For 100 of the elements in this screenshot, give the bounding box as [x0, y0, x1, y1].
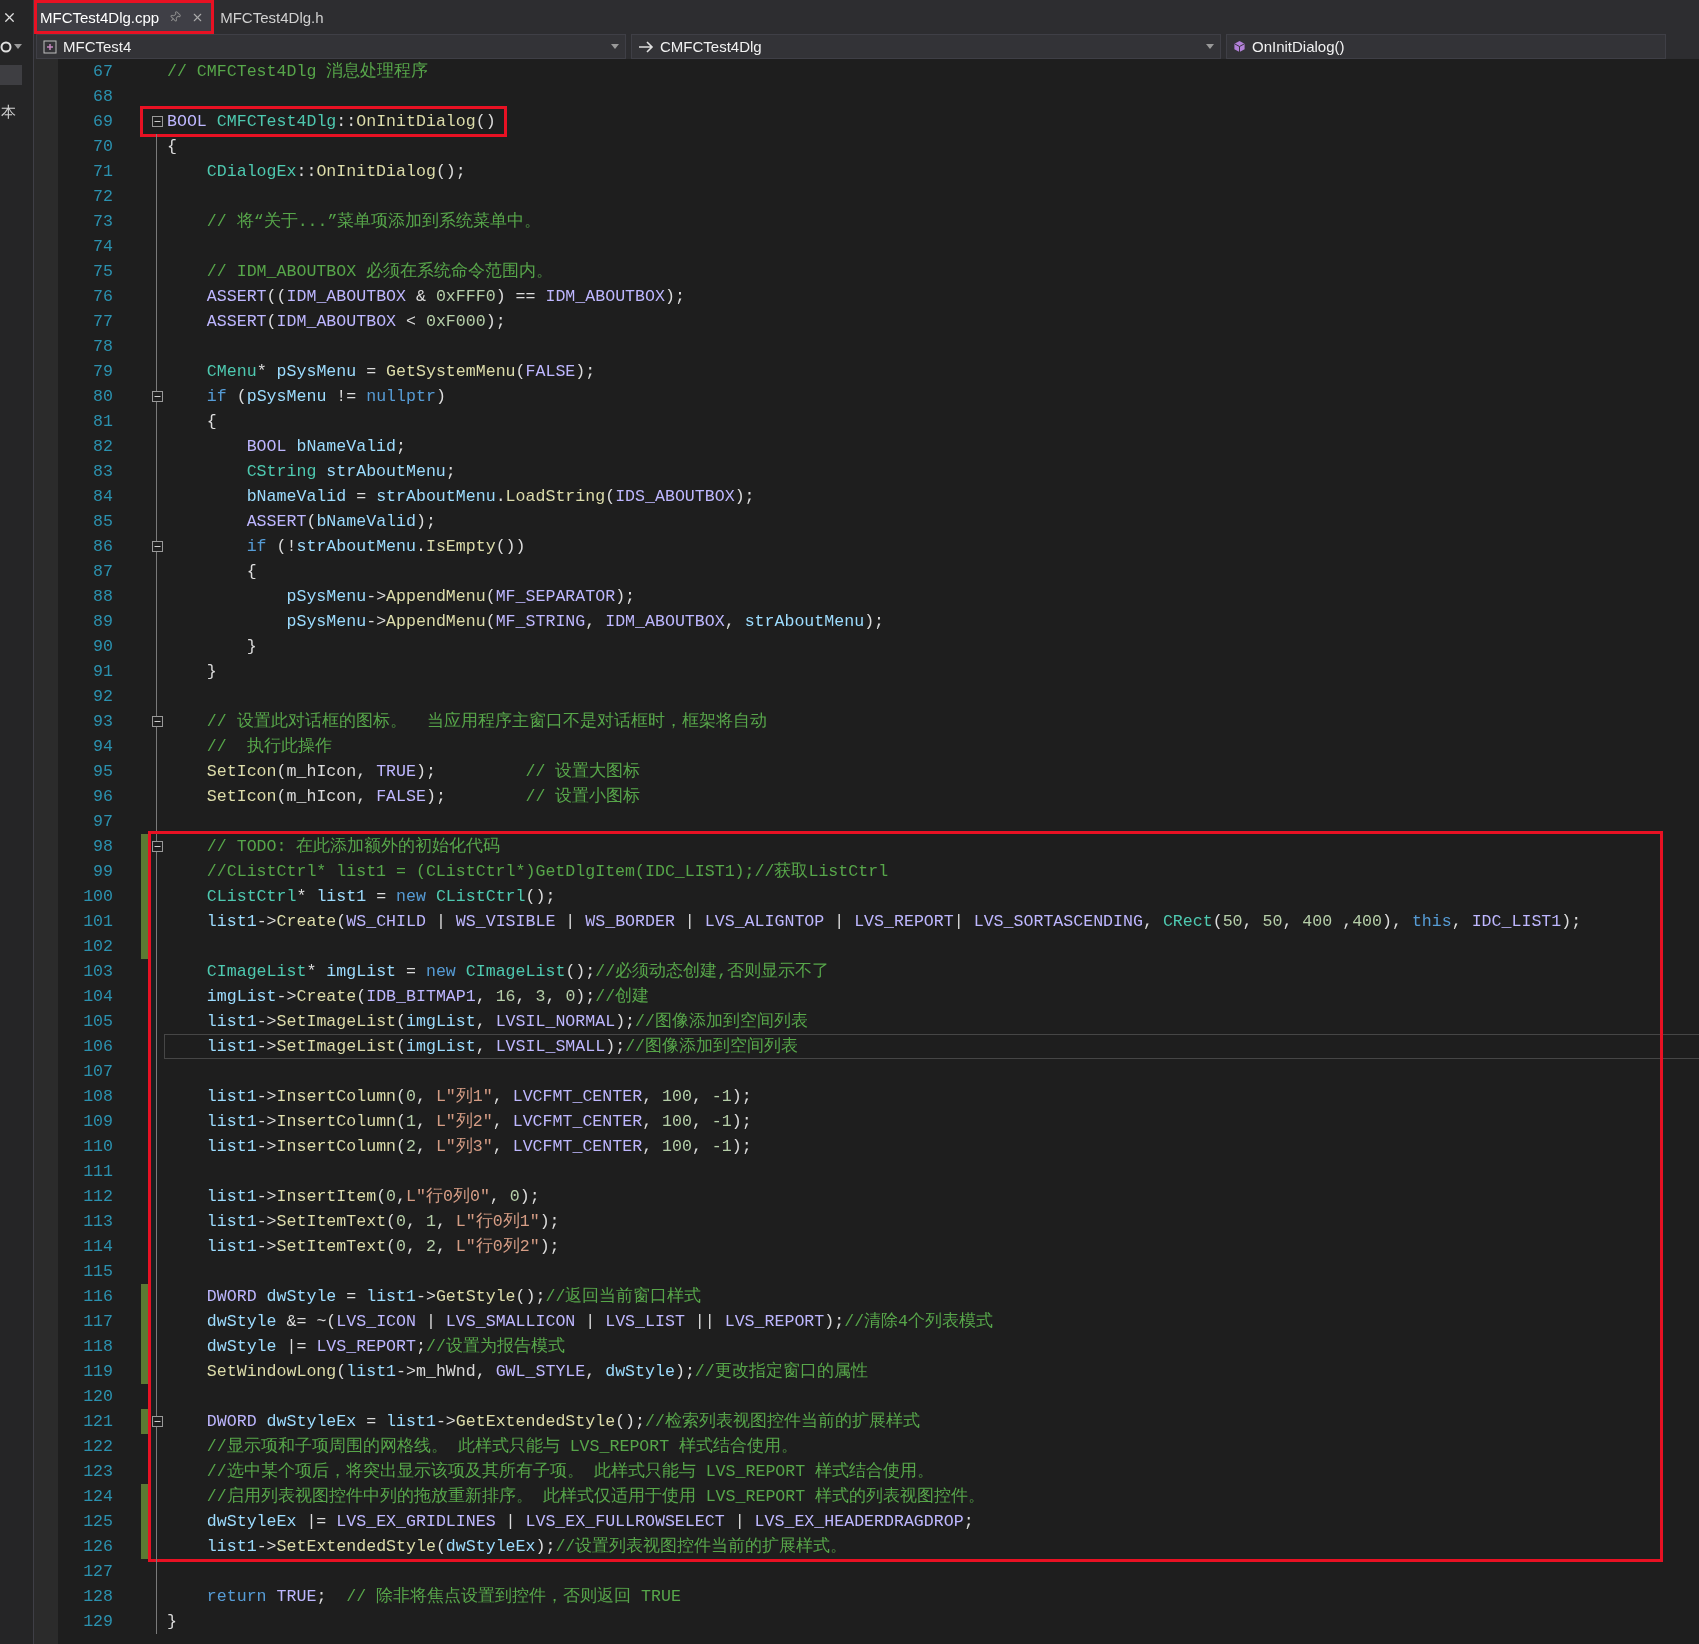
line-number: 93: [92, 711, 113, 733]
line-number: 119: [82, 1361, 113, 1383]
code-line: dwStyleEx |= LVS_EX_GRIDLINES | LVS_EX_FULLROWSELECT | LVS_EX_HEADERDRAGDROP;: [205, 1511, 974, 1533]
line-number: 69: [92, 111, 113, 133]
line-number: 129: [82, 1611, 113, 1633]
code-line: DWORD dwStyle = list1->GetStyle();//返回当前窗口样式: [205, 1285, 702, 1308]
cube-icon: [1233, 40, 1246, 53]
code-line: DWORD dwStyleEx = list1->GetExtendedStyle();//检索列表视图控件当前的扩展样式: [205, 1411, 920, 1433]
file-tab[interactable]: MFCTest4Dlg.cpp: [34, 0, 215, 34]
code-line: {: [205, 411, 217, 433]
dropdown-caret-icon[interactable]: [1206, 44, 1214, 49]
code-line: dwStyle &= ~(LVS_ICON | LVS_SMALLICON | LVS_LIST || LVS_REPORT);//清除4个列表模式: [205, 1311, 994, 1333]
line-number: 105: [82, 1011, 113, 1033]
code-line: bNameValid = strAboutMenu.LoadString(IDS_ABOUTBOX);: [245, 486, 755, 508]
collapse-icon[interactable]: [151, 541, 163, 552]
code-line: return TRUE; // 除非将焦点设置到控件，否则返回 TRUE: [205, 1586, 681, 1608]
line-number: 103: [82, 961, 113, 983]
dropdown-caret-icon[interactable]: [14, 44, 22, 49]
line-number: 74: [92, 236, 113, 258]
line-number: 101: [82, 911, 113, 933]
line-number: 102: [82, 936, 113, 958]
code-line: {: [167, 136, 177, 158]
line-number: 107: [82, 1061, 113, 1083]
member-dropdown[interactable]: OnInitDialog(): [1226, 34, 1666, 59]
line-number: 79: [92, 361, 113, 383]
code-line: BOOL CMFCTest4Dlg::OnInitDialog(): [167, 111, 496, 133]
code-line: CImageList* imgList = new CImageList();//必须动态创建,否则显示不了: [205, 961, 830, 983]
line-number: 72: [92, 186, 113, 208]
code-line: if (pSysMenu != nullptr): [205, 386, 446, 408]
code-line: }: [167, 1611, 177, 1633]
line-number: 73: [92, 211, 113, 233]
circle-icon[interactable]: [0, 40, 12, 53]
line-number: 78: [92, 336, 113, 358]
line-number: 80: [92, 386, 113, 408]
line-number: 92: [92, 686, 113, 708]
line-number: 121: [82, 1411, 113, 1433]
collapse-icon[interactable]: [151, 841, 163, 852]
line-number: 97: [92, 811, 113, 833]
collapse-icon[interactable]: [151, 1416, 163, 1427]
code-line: list1->InsertColumn(1, L"列2", LVCFMT_CENTER, 100, -1);: [205, 1111, 752, 1133]
code-line: CListCtrl* list1 = new CListCtrl();: [205, 886, 556, 908]
code-line: }: [245, 636, 257, 658]
code-line: list1->SetImageList(imgList, LVSIL_SMALL);//图像添加到空间列表: [205, 1036, 799, 1058]
code-line: list1->SetImageList(imgList, LVSIL_NORMAL);//图像添加到空间列表: [205, 1011, 808, 1033]
code-line: // 设置此对话框的图标。 当应用程序主窗口不是对话框时，框架将自动: [205, 710, 767, 733]
line-number: 108: [82, 1086, 113, 1108]
line-number: 90: [92, 636, 113, 658]
line-number: 67: [92, 61, 113, 83]
sidebar-label: 本: [0, 103, 16, 122]
line-number: 122: [82, 1436, 113, 1458]
class-dropdown[interactable]: CMFCTest4Dlg: [631, 34, 1221, 59]
line-number: 81: [92, 411, 113, 433]
line-number: 98: [92, 836, 113, 858]
collapse-icon[interactable]: [151, 716, 163, 727]
collapse-icon[interactable]: [151, 116, 163, 127]
line-number: 106: [82, 1036, 113, 1058]
line-number: 118: [82, 1336, 113, 1358]
line-number: 94: [92, 736, 113, 758]
collapse-icon[interactable]: [151, 391, 163, 402]
code-line: list1->Create(WS_CHILD | WS_VISIBLE | WS_BORDER | LVS_ALIGNTOP | LVS_REPORT| LVS_SORTASCENDING, CRect(50, 50, 400 ,400), this, IDC_LIST1);: [205, 911, 1582, 933]
code-line: if (!strAboutMenu.IsEmpty()): [245, 536, 526, 558]
code-line: SetIcon(m_hIcon, TRUE); // 设置大图标: [205, 761, 641, 783]
line-number: 99: [92, 861, 113, 883]
line-number: 120: [82, 1386, 113, 1408]
code-line: //显示项和子项周围的网格线。 此样式只能与 LVS_REPORT 样式结合使用。: [205, 1436, 799, 1458]
code-line: //选中某个项后，将突出显示该项及其所有子项。 此样式只能与 LVS_REPORT 样式结合使用。: [205, 1460, 935, 1483]
code-line: ASSERT((IDM_ABOUTBOX & 0xFFF0) == IDM_ABOUTBOX);: [205, 286, 685, 308]
line-number: 83: [92, 461, 113, 483]
code-line: CString strAboutMenu;: [245, 461, 456, 483]
line-number: 77: [92, 311, 113, 333]
dropdown-caret-icon[interactable]: [611, 44, 619, 49]
line-number: 95: [92, 761, 113, 783]
line-number: 127: [82, 1561, 113, 1583]
line-number: 71: [92, 161, 113, 183]
code-line: // IDM_ABOUTBOX 必须在系统命令范围内。: [205, 260, 554, 283]
line-number: 100: [82, 886, 113, 908]
code-line: //启用列表视图控件中列的拖放重新排序。 此样式仅适用于使用 LVS_REPORT 样式的列表视图控件。: [205, 1485, 986, 1508]
line-number: 110: [82, 1136, 113, 1158]
arrow-icon: [638, 40, 654, 53]
code-line: ASSERT(bNameValid);: [245, 511, 436, 533]
code-line: list1->InsertColumn(2, L"列3", LVCFMT_CENTER, 100, -1);: [205, 1136, 752, 1158]
code-line: {: [245, 561, 257, 583]
code-line: list1->InsertColumn(0, L"列1", LVCFMT_CENTER, 100, -1);: [205, 1086, 752, 1108]
line-number: 114: [82, 1236, 113, 1258]
line-number: 89: [92, 611, 113, 633]
line-number: 125: [82, 1511, 113, 1533]
code-line: pSysMenu->AppendMenu(MF_STRING, IDM_ABOUTBOX, strAboutMenu);: [285, 611, 885, 633]
line-number: 85: [92, 511, 113, 533]
code-line: list1->SetItemText(0, 2, L"行0列2");: [205, 1236, 560, 1258]
code-line: // TODO: 在此添加额外的初始化代码: [205, 836, 501, 858]
file-tab[interactable]: MFCTest4Dlg.h: [214, 0, 334, 34]
project-dropdown[interactable]: MFCTest4: [36, 34, 626, 59]
line-number: 104: [82, 986, 113, 1008]
line-number: 126: [82, 1536, 113, 1558]
line-number: 68: [92, 86, 113, 108]
line-number: 91: [92, 661, 113, 683]
code-line: // CMFCTest4Dlg 消息处理程序: [167, 60, 429, 83]
code-line: list1->SetItemText(0, 1, L"行0列1");: [205, 1211, 560, 1233]
line-number: 84: [92, 486, 113, 508]
line-number: 128: [82, 1586, 113, 1608]
